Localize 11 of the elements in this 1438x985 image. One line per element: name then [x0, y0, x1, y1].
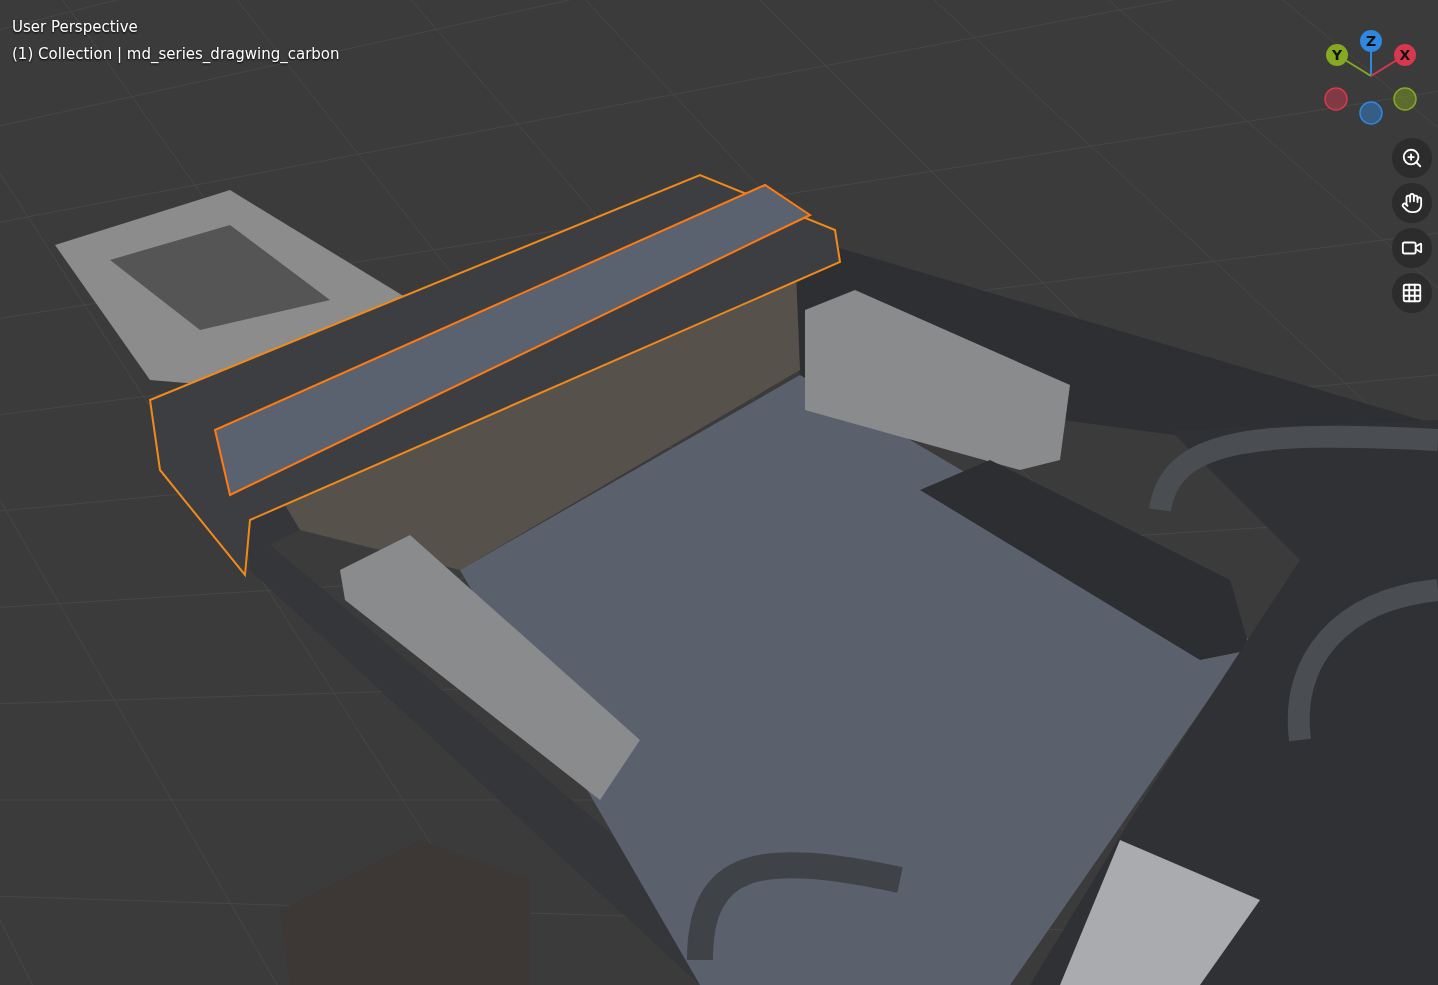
axis-label: Y: [1331, 47, 1343, 63]
viewport-info-text: User Perspective: [12, 17, 139, 38]
viewport-info-text: (1) Collection | md_series_dragwing_carbon: [12, 43, 340, 65]
axis-label: X: [1399, 47, 1411, 63]
gizmo-negative-axis-handle[interactable]: [1359, 101, 1383, 125]
zoom-icon: [1401, 147, 1423, 169]
gizmo-negative-axis-handle[interactable]: [1324, 87, 1348, 111]
hand-icon: [1401, 192, 1423, 214]
gizmo-negative-axis-handle[interactable]: [1393, 87, 1417, 111]
gizmo-axis-handle[interactable]: Z: [1360, 30, 1382, 77]
grid-icon: [1401, 282, 1423, 304]
